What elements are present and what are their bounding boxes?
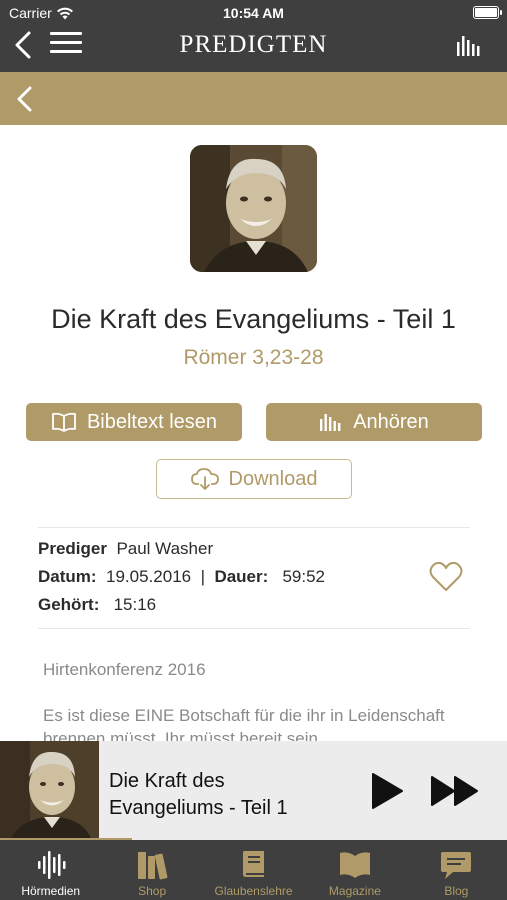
status-time: 10:54 AM [223,5,284,21]
player-title-line2: Evangeliums - Teil 1 [109,797,288,819]
tab-magazine[interactable]: Magazine [304,840,405,900]
listened-label: Gehört: [38,595,100,614]
preacher-name[interactable]: Paul Washer [116,539,213,558]
tab-hoermedien[interactable]: Hörmedien [0,840,101,900]
cloud-download-icon [190,468,219,490]
preacher-row: Prediger Paul Washer [38,539,213,559]
listen-label: Anhören [353,410,429,433]
waveform-icon [37,851,66,879]
listen-button[interactable]: Anhören [266,403,482,441]
sub-header [0,72,507,125]
chat-icon [441,852,472,879]
date-row: Datum: 19.05.2016 | Dauer: 59:52 [38,567,325,587]
app-title: PREDIGTEN [179,31,328,58]
sermon-verse[interactable]: Römer 3,23-28 [0,346,507,370]
player-thumbnail [0,741,99,840]
meta-separator: | [200,567,205,586]
download-label: Download [228,467,318,490]
preacher-portrait [190,145,317,272]
equalizer-icon [320,414,341,431]
top-bar: Carrier 10:54 AM PREDIGTEN [0,0,507,72]
sub-back-icon[interactable] [14,84,36,114]
divider [38,527,470,528]
date-value: 19.05.2016 [106,567,192,586]
tab-label: Magazine [328,884,381,898]
divider [38,628,470,629]
download-button[interactable]: Download [156,459,352,499]
tab-bar: Hörmedien Shop Glaubenslehre Magazine Bl… [0,840,507,900]
date-label: Datum: [38,567,97,586]
sermon-title: Die Kraft des Evangeliums - Teil 1 [51,304,456,334]
tab-label: Blog [444,884,469,898]
book-icon [52,412,76,432]
preacher-label: Prediger [38,539,107,558]
play-icon[interactable] [370,772,404,810]
equalizer-icon[interactable] [456,36,482,56]
tab-glaubenslehre[interactable]: Glaubenslehre [203,840,304,900]
listened-row: Gehört: 15:16 [38,595,156,615]
player-title-line1: Die Kraft des [109,770,225,792]
status-bar: Carrier 10:54 AM [0,0,507,26]
duration-label: Dauer: [214,567,269,586]
book-icon [242,851,264,877]
read-bible-label: Bibeltext lesen [86,410,218,433]
fast-forward-icon[interactable] [430,775,480,807]
tab-label: Hörmedien [21,884,81,898]
tab-label: Glaubenslehre [214,884,293,898]
books-icon [138,852,168,880]
duration-value: 59:52 [282,567,326,586]
read-bible-button[interactable]: Bibeltext lesen [26,403,242,441]
nav-bar: PREDIGTEN [0,26,507,72]
tab-blog[interactable]: Blog [406,840,507,900]
event-name: Hirtenkonferenz 2016 [43,660,206,679]
tab-label: Shop [138,884,167,898]
battery-icon [473,6,502,19]
mini-player[interactable]: Die Kraft des Evangeliums - Teil 1 [0,741,507,841]
listened-value: 15:16 [113,595,157,614]
favorite-heart-icon[interactable] [429,561,463,593]
player-title: Die Kraft des Evangeliums - Teil 1 [109,768,339,822]
tab-shop[interactable]: Shop [101,840,202,900]
open-book-icon [339,852,370,878]
